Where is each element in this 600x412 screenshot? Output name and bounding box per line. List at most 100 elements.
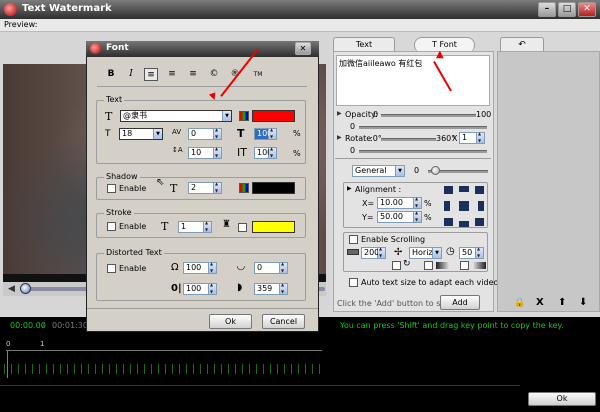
distort-a-input[interactable]: 100 xyxy=(183,262,209,274)
minimize-button[interactable]: – xyxy=(538,2,556,17)
align-middle-right-icon[interactable] xyxy=(478,201,484,211)
font-dialog-close-button[interactable]: ✕ xyxy=(295,42,311,55)
shadow-color-picker-icon[interactable] xyxy=(239,183,249,193)
scroll-speed-input[interactable]: 200 xyxy=(361,247,379,259)
align-left-icon[interactable]: ≡ xyxy=(144,68,158,81)
italic-button[interactable]: I xyxy=(124,68,138,81)
fade-out-checkbox[interactable] xyxy=(460,261,469,270)
rotate-fine-slider[interactable] xyxy=(359,150,487,153)
toolbar-divider xyxy=(97,86,307,87)
stroke-enable-label: Enable xyxy=(119,222,147,231)
rotate-label: Rotate xyxy=(345,134,372,143)
add-button[interactable]: Add xyxy=(440,295,480,310)
width-scale-spin[interactable] xyxy=(269,127,277,140)
text-color-picker-icon[interactable] xyxy=(239,111,249,121)
close-button[interactable]: ✕ xyxy=(578,2,596,17)
width-scale-input[interactable]: 100 xyxy=(254,128,272,140)
align-bottom-right-icon[interactable] xyxy=(475,218,484,226)
timeline-ruler[interactable]: 0 1 xyxy=(4,340,324,380)
shadow-size-spin[interactable] xyxy=(214,181,222,194)
loop-checkbox[interactable] xyxy=(392,261,401,270)
distort-c-input[interactable]: 100 xyxy=(183,283,209,295)
alignment-expander-icon[interactable]: ▶ xyxy=(347,185,352,192)
width-scale-icon: T xyxy=(237,127,245,140)
watermark-text-input[interactable]: 加微信aiileawo 有红包 xyxy=(336,55,490,106)
ruler-label-0: 0 xyxy=(6,340,11,348)
shadow-enable-checkbox[interactable] xyxy=(107,184,116,193)
opacity-slider[interactable] xyxy=(381,114,476,117)
opacity-expander-icon[interactable]: ▶ xyxy=(337,110,342,117)
distort-d-input[interactable]: 359 xyxy=(254,283,280,295)
align-center-icon[interactable] xyxy=(459,201,469,211)
shadow-size-input[interactable]: 2 xyxy=(188,182,214,194)
fade-in-icon xyxy=(436,262,450,269)
align-right-text-icon[interactable]: ≡ xyxy=(186,68,200,81)
fade-checkbox[interactable] xyxy=(424,261,433,270)
font-size-dropdown[interactable]: 18 ▼ xyxy=(119,128,163,140)
y-position-input[interactable]: 50.00 xyxy=(377,211,414,223)
rotate-expander-icon[interactable]: ▶ xyxy=(337,134,342,141)
volume-icon[interactable]: ◀ xyxy=(8,284,18,294)
shadow-color-swatch[interactable] xyxy=(252,182,295,194)
align-bottom-center-icon[interactable] xyxy=(459,221,469,227)
scroll-direction-dropdown[interactable]: Horiz ▼ xyxy=(409,247,442,259)
font-name-dropdown[interactable]: @隶书 ▼ xyxy=(120,110,232,122)
stroke-color-checkbox[interactable] xyxy=(238,223,247,232)
distorted-enable-checkbox[interactable] xyxy=(107,264,116,273)
preset-number: 0 xyxy=(414,166,420,175)
scroll-speed-spin[interactable] xyxy=(378,246,386,259)
y-spin-buttons[interactable] xyxy=(414,210,422,223)
stroke-size-input[interactable]: 1 xyxy=(178,221,204,233)
move-up-icon[interactable]: ⬆ xyxy=(558,297,566,308)
distort-a-spin[interactable] xyxy=(209,261,217,274)
rotate-spin-buttons[interactable] xyxy=(477,131,485,144)
height-scale-input[interactable]: 100 xyxy=(254,147,272,159)
alignment-grid[interactable] xyxy=(444,186,484,228)
preset-slider-knob[interactable] xyxy=(431,166,440,175)
auto-size-checkbox[interactable] xyxy=(349,278,358,287)
opacity-fine-slider[interactable] xyxy=(359,126,487,129)
maximize-button[interactable]: □ xyxy=(558,2,576,17)
volume-knob[interactable] xyxy=(20,283,31,294)
distort-b-input[interactable]: 0 xyxy=(254,262,280,274)
distort-c-spin[interactable] xyxy=(209,282,217,295)
line-spacing-input[interactable]: 10 xyxy=(188,147,214,159)
rotate-spin-input[interactable]: 1 xyxy=(459,132,477,144)
distort-b-spin[interactable] xyxy=(280,261,288,274)
paint-bucket-icon[interactable]: ♜ xyxy=(222,219,231,230)
align-center-text-icon[interactable]: ≡ xyxy=(165,68,179,81)
align-top-center-icon[interactable] xyxy=(459,186,469,192)
y-label: Y= xyxy=(362,213,374,222)
time-separator: / xyxy=(42,321,45,330)
lock-icon[interactable]: 🔒 xyxy=(514,298,525,308)
align-middle-left-icon[interactable] xyxy=(444,201,450,211)
bold-button[interactable]: B xyxy=(104,68,118,81)
height-scale-spin[interactable] xyxy=(269,146,277,159)
x-spin-buttons[interactable] xyxy=(414,196,422,209)
main-ok-button[interactable]: Ok xyxy=(528,392,596,406)
stroke-color-swatch[interactable] xyxy=(252,221,295,233)
stroke-enable-checkbox[interactable] xyxy=(107,222,116,231)
align-top-left-icon[interactable] xyxy=(444,186,453,194)
stroke-size-spin[interactable] xyxy=(204,220,212,233)
line-spacing-spin[interactable] xyxy=(214,146,222,159)
char-spacing-spin[interactable] xyxy=(214,127,222,140)
timeline-hint: You can press 'Shift' and drag key point… xyxy=(340,321,564,330)
x-position-input[interactable]: 10.00 xyxy=(377,197,414,209)
rotate-slider[interactable] xyxy=(381,138,436,141)
copyright-icon[interactable]: © xyxy=(207,68,221,81)
char-spacing-input[interactable]: 0 xyxy=(188,128,214,140)
move-down-icon[interactable]: ⬇ xyxy=(579,297,587,308)
trademark-icon[interactable]: TM xyxy=(251,68,265,81)
text-color-swatch[interactable] xyxy=(252,110,295,122)
delete-icon[interactable]: X xyxy=(536,297,544,308)
enable-scrolling-checkbox[interactable] xyxy=(349,235,358,244)
distort-d-spin[interactable] xyxy=(280,282,288,295)
scroll-time-spin[interactable] xyxy=(476,246,484,259)
align-bottom-left-icon[interactable] xyxy=(444,218,453,226)
scroll-time-input[interactable]: 50 xyxy=(459,247,476,259)
align-top-right-icon[interactable] xyxy=(475,186,484,194)
font-ok-button[interactable]: Ok xyxy=(209,314,252,329)
preset-dropdown[interactable]: General ▼ xyxy=(352,165,405,177)
font-cancel-button[interactable]: Cancel xyxy=(262,314,305,329)
